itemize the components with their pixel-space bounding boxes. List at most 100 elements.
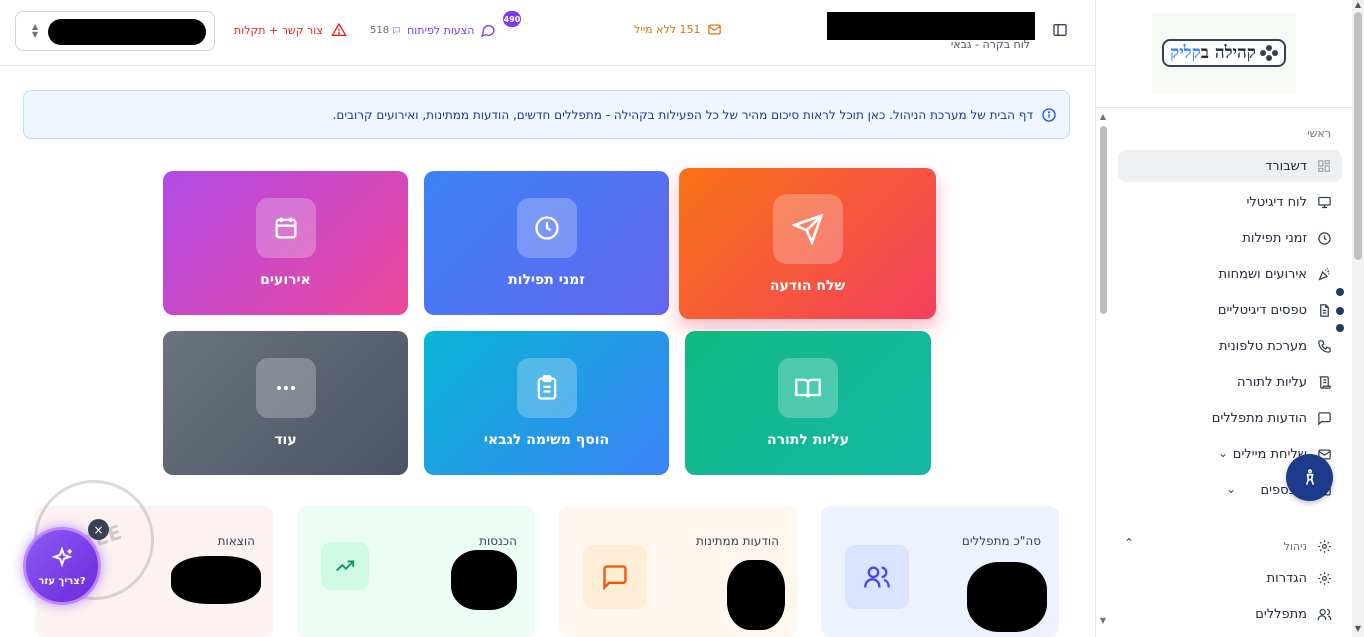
page-scrollbar[interactable]: ▲ ▼ xyxy=(1352,0,1364,637)
sidebar-item-settings[interactable]: הגדרות xyxy=(1118,562,1342,594)
gear-icon xyxy=(1316,570,1332,586)
sidebar-item-digital-forms[interactable]: טפסים דיגיטליים xyxy=(1118,294,1342,326)
chevron-down-icon: ⌄ xyxy=(1218,446,1229,460)
redacted-income-value xyxy=(451,550,517,610)
sidebar-toggle-icon[interactable] xyxy=(1052,22,1068,38)
message-square-icon xyxy=(583,545,647,609)
redacted-community-name xyxy=(48,19,206,45)
sidebar-item-events[interactable]: אירועים ושמחות xyxy=(1118,258,1342,290)
sidebar: קהילה בקליק ▲ ▼ ראשי דשבורד לוח דיגיטלי … xyxy=(1095,0,1364,637)
suggestions-label: הצעות לפיתוח xyxy=(407,23,475,37)
sidebar-item-label: מתפללים xyxy=(1255,606,1307,622)
users-icon xyxy=(845,545,909,609)
sidebar-item-member-messages[interactable]: הודעות מתפללים xyxy=(1118,402,1342,434)
chevron-up-down-icon: ▲ ▼ xyxy=(32,22,39,39)
file-text-icon xyxy=(1316,302,1332,318)
stat-card-members[interactable]: סה"כ מתפללים xyxy=(821,506,1059,637)
sidebar-item-torah[interactable]: עליות לתורה xyxy=(1118,366,1342,398)
stat-card-pending[interactable]: הודעות ממתינות xyxy=(559,506,797,637)
clock-icon xyxy=(516,198,577,258)
more-tile[interactable]: עוד xyxy=(163,331,408,475)
community-selector[interactable]: ▲ ▼ xyxy=(15,11,215,51)
suggestions-link[interactable]: הצעות לפיתוח 518 xyxy=(370,22,496,38)
stat-income-title: הכנסות xyxy=(479,534,517,548)
sidebar-item-label: דשבורד xyxy=(1265,158,1307,174)
sidebar-scrollbar[interactable]: ▲ ▼ xyxy=(1098,112,1108,632)
help-close-button[interactable]: × xyxy=(88,519,109,540)
sidebar-item-label: הודעות מתפללים xyxy=(1211,410,1307,426)
sidebar-item-phone-system[interactable]: מערכת טלפונית xyxy=(1118,330,1342,362)
chevron-down-icon: ⌄ xyxy=(1226,482,1237,496)
stat-card-income[interactable]: הכנסות xyxy=(297,506,535,637)
sidebar-item-label: לוח דיגיטלי xyxy=(1246,194,1307,210)
alert-triangle-icon xyxy=(330,22,347,36)
mail-status[interactable]: 151 ללא מייל xyxy=(634,22,722,37)
info-banner-text: דף הבית של מערכת הניהול. כאן תוכל לראות … xyxy=(332,107,1033,122)
accessibility-button[interactable] xyxy=(1286,454,1333,501)
sidebar-item-label: טפסים דיגיטליים xyxy=(1217,302,1307,318)
accessibility-icon xyxy=(1305,468,1314,485)
logo-text: קהילה בקליק xyxy=(1170,43,1256,63)
info-banner: דף הבית של מערכת הניהול. כאן תוכל לראות … xyxy=(23,90,1070,139)
suggestions-badge: 490 xyxy=(503,11,521,27)
sidebar-item-dashboard[interactable]: דשבורד xyxy=(1118,150,1342,182)
send-message-tile-label: שלח הודעה xyxy=(769,277,846,294)
sidebar-item-label: עליות לתורה xyxy=(1237,374,1307,390)
trending-up-icon xyxy=(321,542,369,590)
stat-members-title: סה"כ מתפללים xyxy=(961,534,1041,548)
drag-handle-dot xyxy=(1336,288,1344,296)
torah-tile-label: עליות לתורה xyxy=(766,432,850,448)
add-task-tile-label: הוסף משימה לגבאי xyxy=(483,432,610,448)
sidebar-item-label: מערכת טלפונית xyxy=(1219,338,1307,354)
torah-tile[interactable]: עליות לתורה xyxy=(685,331,931,475)
book-open-icon xyxy=(778,358,838,418)
help-button[interactable]: צריך עזר? xyxy=(23,527,101,605)
sidebar-divider xyxy=(1096,107,1364,108)
redacted-pending-value xyxy=(727,560,785,630)
sidebar-item-members[interactable]: מתפללים xyxy=(1118,598,1342,630)
suggestions-count-value: 518 xyxy=(370,24,390,36)
events-tile[interactable]: אירועים xyxy=(163,171,408,315)
mail-status-label: 151 ללא מייל xyxy=(634,23,701,36)
prayer-times-tile-label: זמני תפילות xyxy=(508,272,585,288)
drag-handle-dot xyxy=(1336,324,1344,332)
sidebar-item-prayer-times[interactable]: זמני תפילות xyxy=(1118,222,1342,254)
chevron-up-icon: ⌃ xyxy=(1124,536,1135,550)
phone-icon xyxy=(1316,338,1332,354)
header-subtitle: לוח בקרה - גבאי xyxy=(950,38,1030,51)
more-dots-icon xyxy=(255,358,316,418)
top-header: ▲ ▼ צור קשר + תקלות הצעות לפיתוח 518 490 … xyxy=(0,0,1095,66)
help-label: צריך עזר? xyxy=(38,575,86,587)
calendar-icon xyxy=(255,198,316,258)
logo-mark-icon xyxy=(1259,45,1278,61)
clock-icon xyxy=(1316,230,1332,246)
sidebar-item-label: אירועים ושמחות xyxy=(1218,266,1307,282)
message-square-icon xyxy=(1316,410,1332,426)
small-chat-icon xyxy=(393,26,400,34)
send-message-tile[interactable]: שלח הודעה xyxy=(679,168,936,319)
sidebar-section-manage[interactable]: ⌃ ניהול xyxy=(1118,530,1342,562)
monitor-icon xyxy=(1316,194,1332,210)
gear-icon xyxy=(1316,538,1332,554)
sparkles-icon xyxy=(51,545,73,567)
support-link[interactable]: צור קשר + תקלות xyxy=(234,22,347,38)
add-task-tile[interactable]: הוסף משימה לגבאי xyxy=(424,331,669,475)
clipboard-list-icon xyxy=(516,358,577,418)
logo: קהילה בקליק xyxy=(1152,13,1296,93)
redacted-user-name xyxy=(827,12,1035,40)
redacted-expenses-value xyxy=(171,556,261,604)
stat-expenses-title: הוצאות xyxy=(217,534,255,548)
dashboard-icon xyxy=(1316,158,1332,174)
info-icon xyxy=(1042,107,1056,122)
drag-handle-dot xyxy=(1336,307,1344,315)
sidebar-item-label: זמני תפילות xyxy=(1242,230,1307,246)
events-tile-label: אירועים xyxy=(260,272,311,288)
scroll-icon xyxy=(1316,374,1332,390)
sidebar-item-digital-board[interactable]: לוח דיגיטלי xyxy=(1118,186,1342,218)
prayer-times-tile[interactable]: זמני תפילות xyxy=(424,171,669,315)
sidebar-section-manage-label: ניהול xyxy=(1283,539,1307,553)
support-label: צור קשר + תקלות xyxy=(234,23,323,37)
party-popper-icon xyxy=(1316,266,1332,282)
redacted-members-value xyxy=(967,562,1047,632)
more-tile-label: עוד xyxy=(274,432,297,448)
